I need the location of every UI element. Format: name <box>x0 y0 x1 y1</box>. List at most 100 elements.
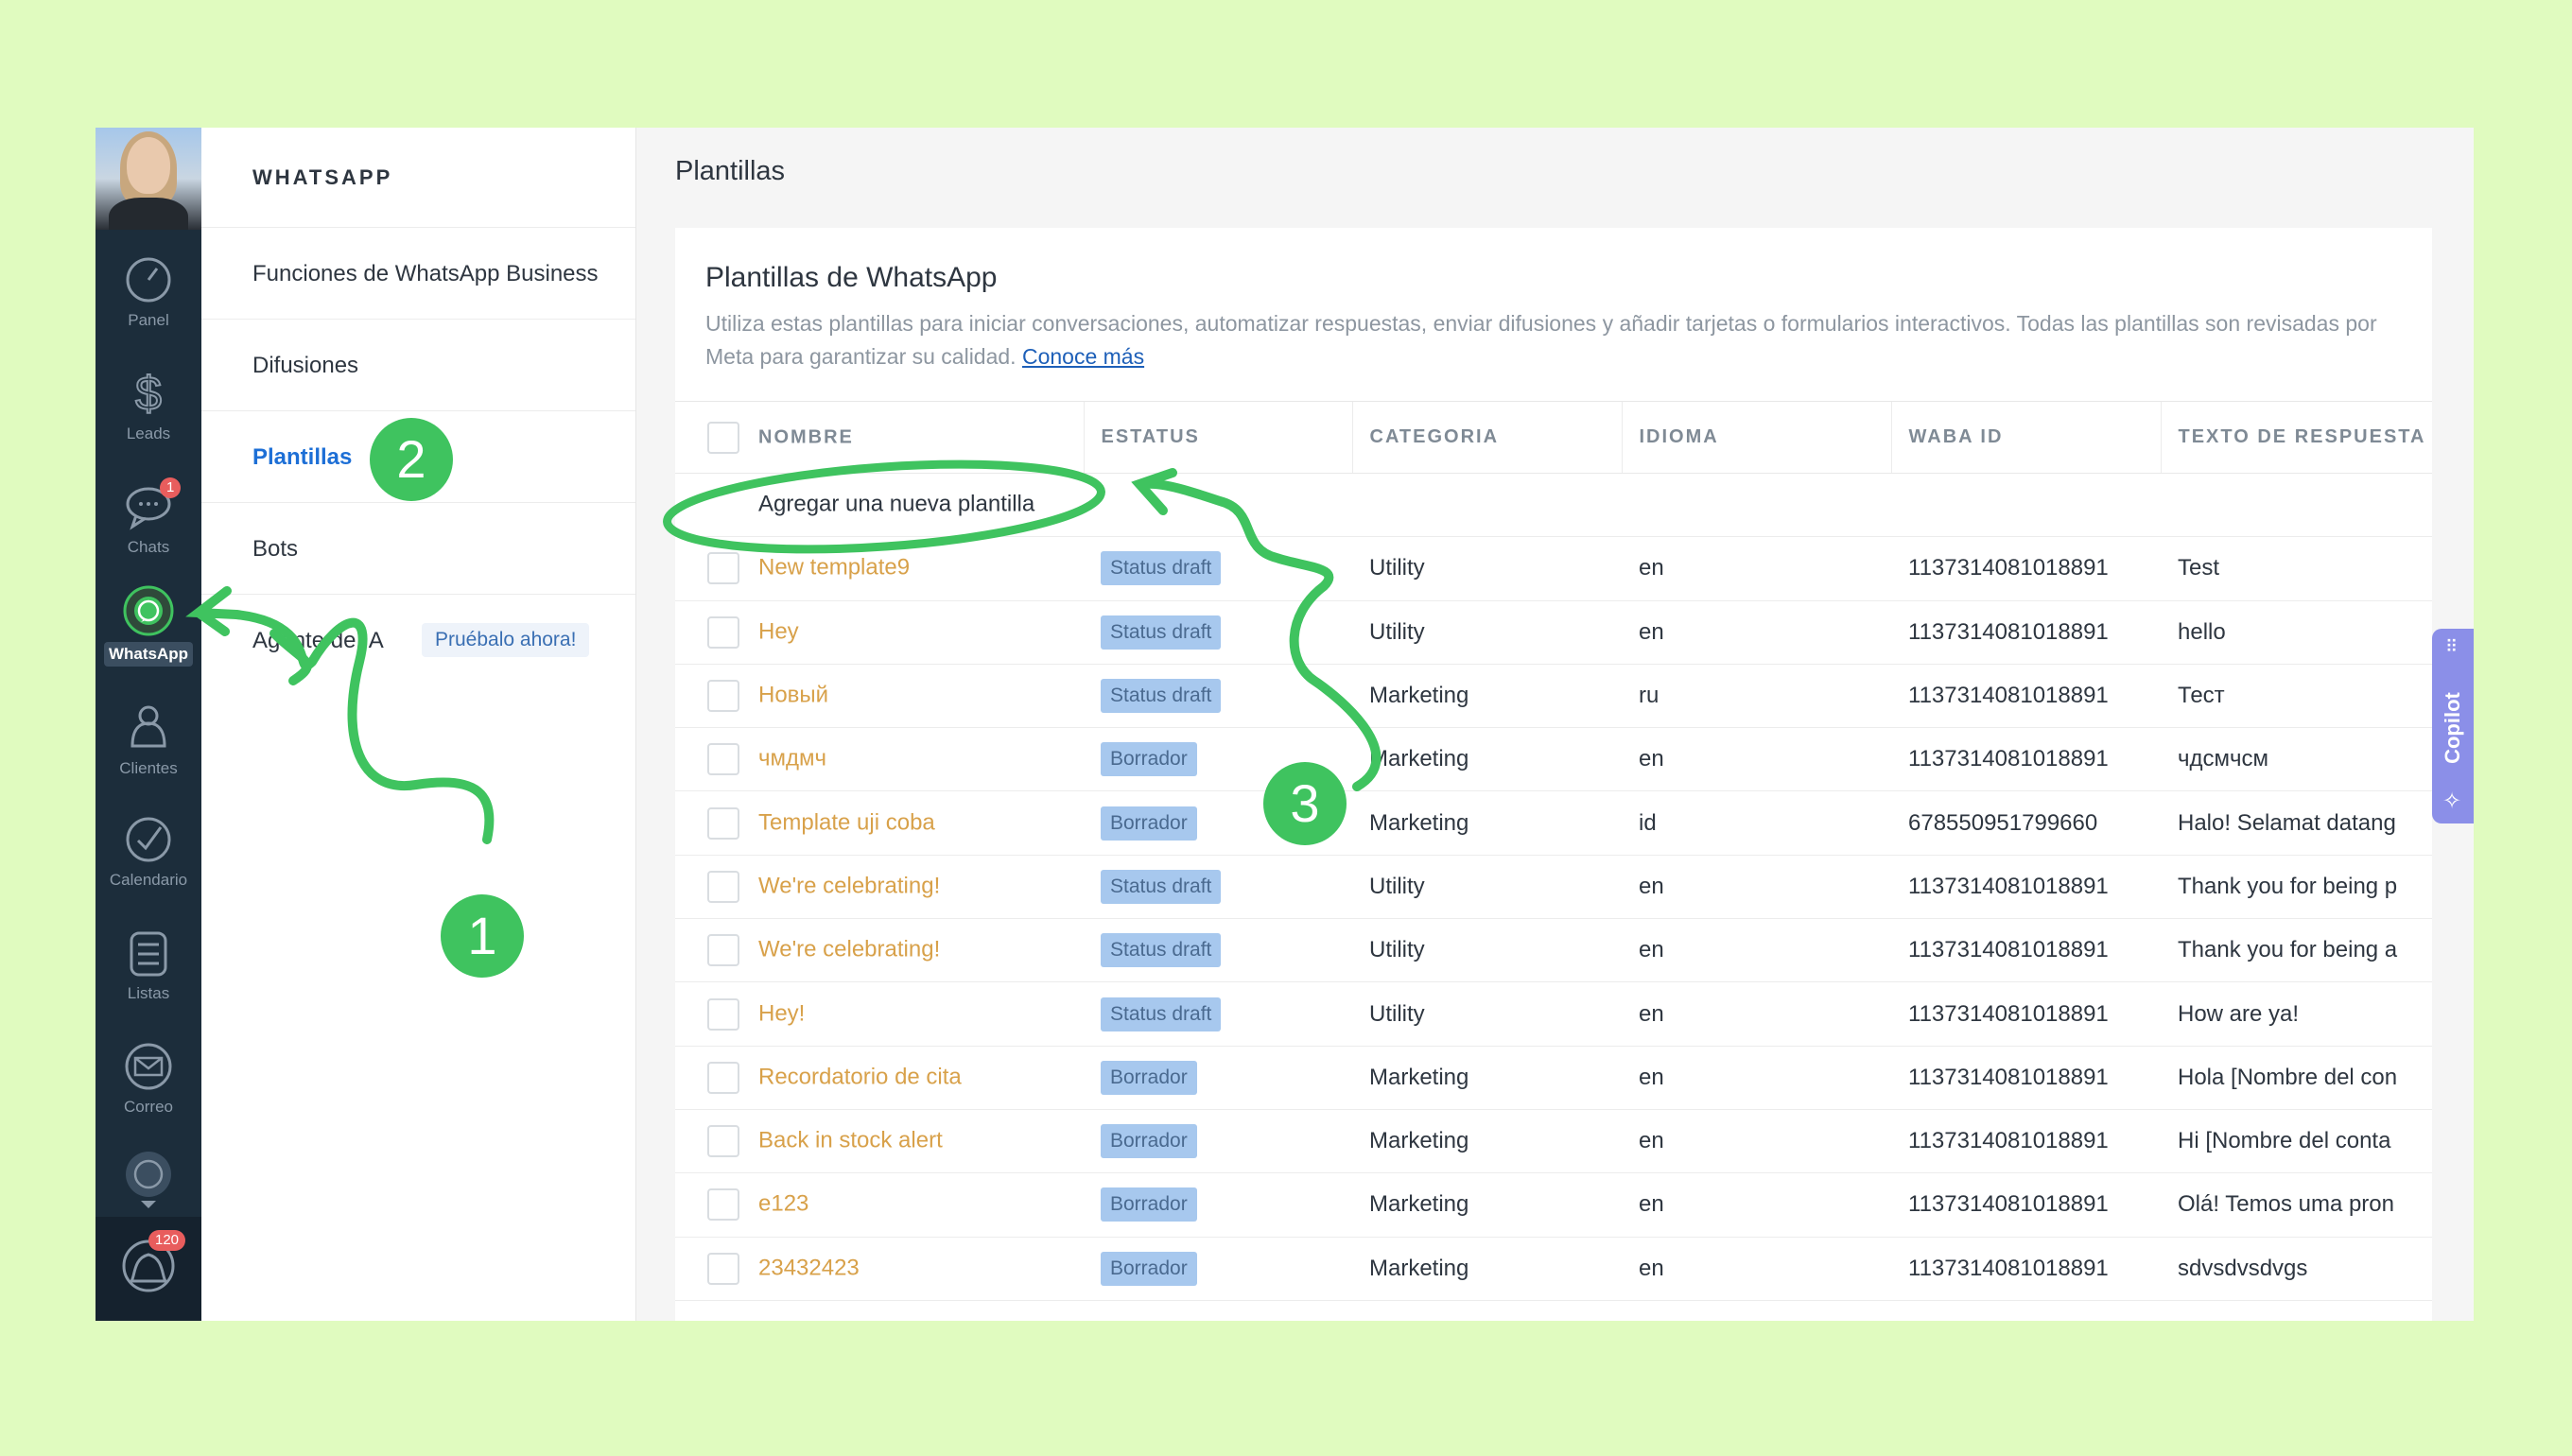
row-checkbox[interactable] <box>707 1125 739 1158</box>
nav-more-button[interactable] <box>96 1149 201 1209</box>
header-waba-id[interactable]: WABA ID <box>1890 401 2161 474</box>
header-texto-respuesta[interactable]: TEXTO DE RESPUESTA <box>2160 401 2432 474</box>
nav-item-panel[interactable]: Panel <box>96 254 201 330</box>
row-checkbox[interactable] <box>707 997 739 1031</box>
nav-item-listas[interactable]: Listas <box>96 927 201 1003</box>
header-nombre[interactable]: NOMBRE <box>675 401 1084 474</box>
annotation-marker-1: 1 <box>441 894 524 978</box>
sparkle-icon: ✧ <box>2442 789 2462 814</box>
template-name-link[interactable]: 23432423 <box>758 1255 860 1280</box>
row-checkbox[interactable] <box>707 806 739 840</box>
table-row[interactable]: We're celebrating! Status draft Utility en 1… <box>675 918 2432 983</box>
sidebar-item-difusiones[interactable]: Difusiones <box>201 320 635 411</box>
table-row[interactable]: New template9 Status draft Utility en 113731… <box>675 536 2432 601</box>
response-text-cell: Hi [Nombre del conta <box>2161 1109 2432 1174</box>
main-nav: Panel $ Leads Chats 1 WhatsApp Clientes … <box>96 128 201 1321</box>
status-badge: Status draft <box>1101 933 1222 968</box>
category-cell: Marketing <box>1352 664 1622 729</box>
row-checkbox[interactable] <box>707 680 739 713</box>
annotation-marker-3: 3 <box>1263 762 1347 845</box>
language-cell: en <box>1622 536 1891 601</box>
calendar-check-icon <box>126 817 171 862</box>
table-row[interactable]: чмдмч Borrador Marketing en 1137314081018891… <box>675 727 2432 792</box>
drag-handle-icon[interactable]: ⠿ <box>2445 638 2459 655</box>
status-badge: Status draft <box>1101 551 1222 586</box>
row-checkbox[interactable] <box>707 743 739 776</box>
table-row[interactable]: Back in stock alert Borrador Marketing en 11… <box>675 1109 2432 1174</box>
template-name-link[interactable]: We're celebrating! <box>758 873 940 898</box>
add-template-row[interactable]: Agregar una nueva plantilla <box>675 473 2432 538</box>
select-all-checkbox[interactable] <box>707 421 739 454</box>
template-name-link[interactable]: Hey <box>758 618 799 644</box>
nav-item-correo[interactable]: Correo <box>96 1041 201 1117</box>
template-name-link[interactable]: Back in stock alert <box>758 1127 943 1153</box>
response-text-cell: Тест <box>2161 664 2432 729</box>
nav-label: Listas <box>127 984 170 1002</box>
row-checkbox[interactable] <box>707 934 739 967</box>
dashboard-icon <box>126 257 171 303</box>
notifications-area: 120 <box>96 1217 201 1321</box>
table-row[interactable]: We're celebrating! Status draft Utility en 1… <box>675 855 2432 920</box>
sidebar-title: WHATSAPP <box>201 128 635 228</box>
waba-id-cell: 678550951799660 <box>1891 790 2161 856</box>
chats-badge: 1 <box>160 477 182 498</box>
avatar[interactable] <box>96 128 201 230</box>
try-now-badge[interactable]: Pruébalo ahora! <box>422 623 590 657</box>
nav-item-whatsapp[interactable]: WhatsApp <box>96 585 201 667</box>
nav-item-chats[interactable]: Chats 1 <box>96 477 201 557</box>
row-checkbox[interactable] <box>707 870 739 903</box>
annotation-marker-2: 2 <box>370 418 453 501</box>
template-name-link[interactable]: чмдмч <box>758 746 826 771</box>
svg-text:$: $ <box>135 368 162 419</box>
waba-id-cell: 1137314081018891 <box>1891 536 2161 601</box>
nav-item-leads[interactable]: $ Leads <box>96 368 201 443</box>
table-row[interactable]: e123 Borrador Marketing en 1137314081018891 O… <box>675 1172 2432 1238</box>
table-row[interactable]: 23432423 Borrador Marketing en 1137314081018… <box>675 1237 2432 1301</box>
language-cell: ru <box>1622 664 1891 729</box>
waba-id-cell: 1137314081018891 <box>1891 918 2161 983</box>
templates-card: Plantillas de WhatsApp Utiliza estas pla… <box>675 228 2432 1321</box>
status-badge: Borrador <box>1101 806 1197 841</box>
template-name-link[interactable]: Hey! <box>758 1000 805 1026</box>
category-cell: Marketing <box>1352 1109 1622 1174</box>
table-row[interactable]: Template uji coba Borrador Marketing id 6785… <box>675 790 2432 856</box>
category-cell: Marketing <box>1352 1046 1622 1110</box>
add-template-label[interactable]: Agregar una nueva plantilla <box>758 491 1034 516</box>
row-checkbox[interactable] <box>707 1061 739 1094</box>
sidebar-item-agente-ia[interactable]: Agente de IA Pruébalo ahora! <box>201 595 635 686</box>
table-row[interactable]: Recordatorio de cita Borrador Marketing en 1… <box>675 1046 2432 1110</box>
row-checkbox[interactable] <box>707 615 739 649</box>
header-categoria[interactable]: CATEGORIA <box>1351 401 1622 474</box>
row-checkbox[interactable] <box>707 552 739 585</box>
language-cell: en <box>1622 1109 1891 1174</box>
chevron-down-icon <box>141 1201 156 1208</box>
nav-item-clientes[interactable]: Clientes <box>96 702 201 778</box>
table-row[interactable]: Hey! Status draft Utility en 113731408101889… <box>675 981 2432 1047</box>
template-name-link[interactable]: Новый <box>758 682 828 707</box>
template-name-link[interactable]: New template9 <box>758 555 910 581</box>
row-checkbox[interactable] <box>707 1188 739 1222</box>
nav-item-calendario[interactable]: Calendario <box>96 814 201 890</box>
row-checkbox[interactable] <box>707 1252 739 1285</box>
header-estatus[interactable]: ESTATUS <box>1083 401 1352 474</box>
sidebar-item-bots[interactable]: Bots <box>201 503 635 595</box>
table-row[interactable]: Новый Status draft Marketing ru 113731408101… <box>675 664 2432 729</box>
template-name-link[interactable]: Template uji coba <box>758 809 935 835</box>
sidebar-item-funciones[interactable]: Funciones de WhatsApp Business <box>201 228 635 320</box>
whatsapp-sidebar: WHATSAPP Funciones de WhatsApp Business … <box>201 128 636 1321</box>
template-name-link[interactable]: We're celebrating! <box>758 937 940 962</box>
learn-more-link[interactable]: Conoce más <box>1022 344 1144 369</box>
status-badge: Status draft <box>1101 997 1222 1031</box>
category-cell: Marketing <box>1352 790 1622 856</box>
status-badge: Borrador <box>1101 1124 1197 1159</box>
response-text-cell: Halo! Selamat datang <box>2161 790 2432 856</box>
sidebar-item-label: Agente de IA <box>252 628 384 653</box>
app-window: Panel $ Leads Chats 1 WhatsApp Clientes … <box>96 128 2474 1321</box>
category-cell: Utility <box>1352 600 1622 665</box>
header-idioma[interactable]: IDIOMA <box>1621 401 1891 474</box>
table-row[interactable]: Hey Status draft Utility en 1137314081018891… <box>675 600 2432 665</box>
template-name-link[interactable]: e123 <box>758 1191 808 1217</box>
template-name-link[interactable]: Recordatorio de cita <box>758 1064 962 1089</box>
language-cell: en <box>1622 600 1891 665</box>
copilot-tab[interactable]: ⠿ Copilot ✧ <box>2432 629 2474 823</box>
